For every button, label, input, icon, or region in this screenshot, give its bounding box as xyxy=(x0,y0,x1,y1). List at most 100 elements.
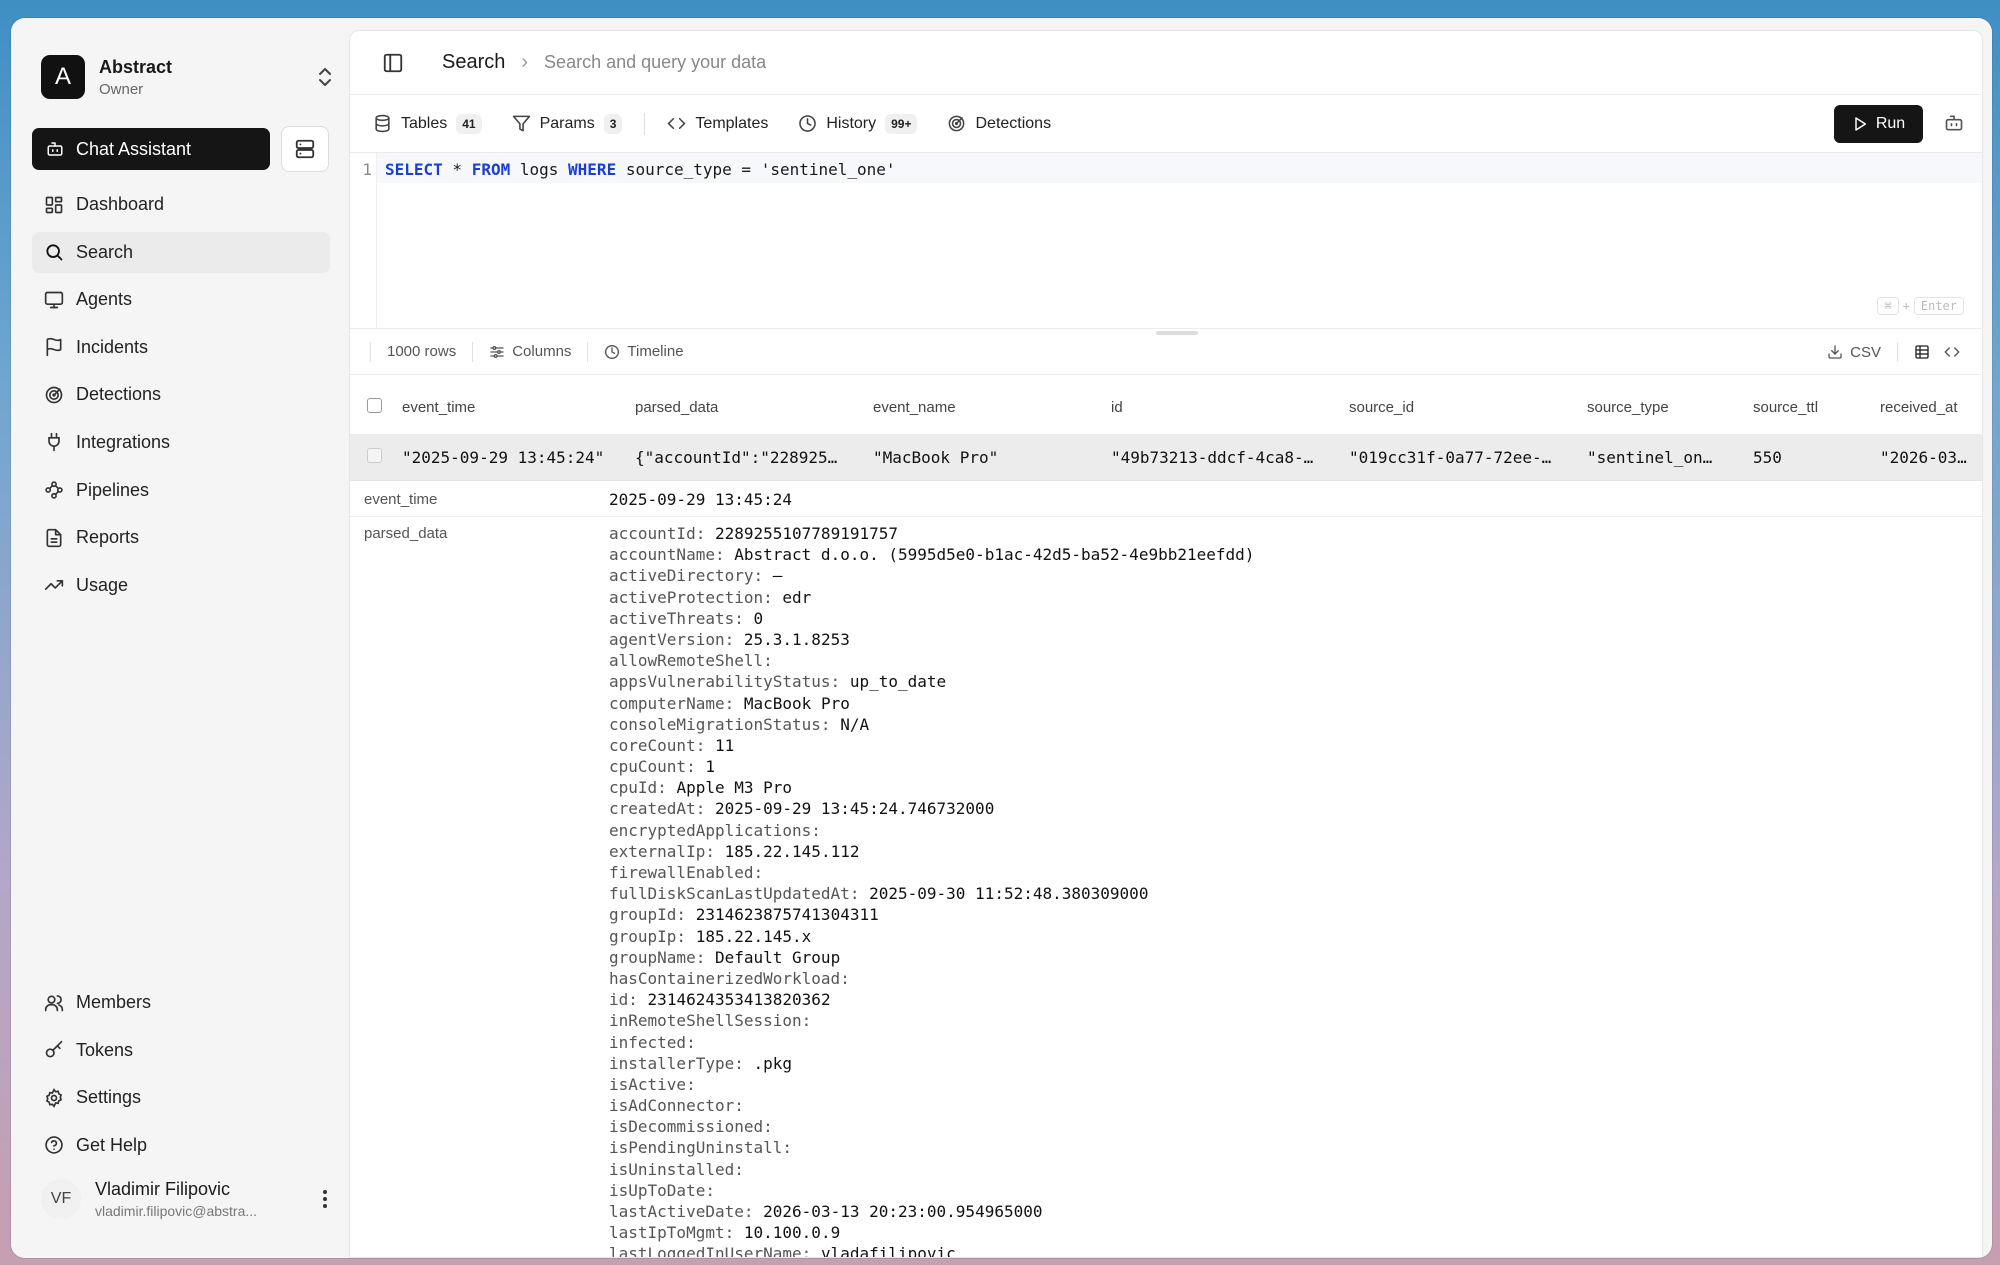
sidebar-item-label: Pipelines xyxy=(76,479,150,500)
org-switcher[interactable]: A Abstract Owner xyxy=(41,48,341,106)
sidebar-item-integrations[interactable]: Integrations xyxy=(32,422,330,463)
column-header[interactable]: parsed_data xyxy=(635,399,873,416)
parsed-field-value: MacBook Pro xyxy=(743,693,850,713)
timeline-label: Timeline xyxy=(627,343,684,360)
parsed-field-value: edr xyxy=(782,587,812,607)
column-header[interactable]: source_ttl xyxy=(1753,399,1880,416)
parsed-field-key: accountName: xyxy=(609,545,725,565)
templates-button[interactable]: Templates xyxy=(667,114,768,133)
column-header[interactable]: event_name xyxy=(873,399,1111,416)
layout-toggle-button[interactable] xyxy=(281,126,329,172)
more-vertical-icon[interactable] xyxy=(315,1187,335,1211)
sidebar-toggle-icon[interactable] xyxy=(382,52,404,74)
column-header[interactable]: received_at xyxy=(1880,399,1970,416)
parsed-field: infected: xyxy=(609,1033,1254,1054)
sidebar-item-tokens[interactable]: Tokens xyxy=(32,1030,330,1071)
params-count-badge: 3 xyxy=(603,113,623,134)
column-header[interactable]: source_type xyxy=(1587,399,1753,416)
user-profile[interactable]: VF Vladimir Filipovic vladimir.filipovic… xyxy=(41,1171,341,1227)
sidebar-item-label: Tokens xyxy=(76,1039,134,1060)
parsed-field: groupIp: 185.22.145.x xyxy=(609,927,1254,948)
code-view-icon[interactable] xyxy=(1944,344,1960,360)
user-name: Vladimir Filipovic xyxy=(95,1179,231,1199)
parsed-field-key: cpuId: xyxy=(609,778,667,798)
sql-query-line[interactable]: SELECT * FROM logs WHERE source_type = '… xyxy=(377,153,1982,183)
column-header[interactable]: source_id xyxy=(1349,399,1587,416)
chevrons-up-down-icon xyxy=(319,68,331,86)
enter-key: Enter xyxy=(1913,297,1964,315)
history-button[interactable]: History 99+ xyxy=(798,113,918,134)
sidebar-item-incidents[interactable]: Incidents xyxy=(32,327,330,368)
column-header[interactable]: event_time xyxy=(402,399,635,416)
select-all-checkbox[interactable] xyxy=(367,398,382,413)
sidebar-item-members[interactable]: Members xyxy=(32,982,330,1023)
params-button[interactable]: Params 3 xyxy=(512,113,623,134)
sidebar-item-dashboard[interactable]: Dashboard xyxy=(32,184,330,225)
parsed-field: isActive: xyxy=(609,1075,1254,1096)
parsed-field: appsVulnerabilityStatus: up_to_date xyxy=(609,672,1254,693)
parsed-field-key: inRemoteShellSession: xyxy=(609,1011,812,1031)
results-bar: 1000 rows Columns Timeline CSV xyxy=(350,329,1982,375)
table-cell: "2025-09-29 13:45:24" xyxy=(402,448,605,467)
sidebar-item-search[interactable]: Search xyxy=(32,231,330,273)
sidebar-item-usage[interactable]: Usage xyxy=(32,565,330,606)
sidebar-item-label: Search xyxy=(76,241,134,262)
table-cell: "sentinel_on… xyxy=(1587,448,1713,467)
sidebar-item-settings[interactable]: Settings xyxy=(32,1077,330,1118)
run-button[interactable]: Run xyxy=(1834,105,1923,143)
row-checkbox[interactable] xyxy=(367,448,382,463)
run-shortcut-hint: ⌘ + Enter xyxy=(1873,297,1968,315)
breadcrumb-title[interactable]: Search xyxy=(442,51,505,74)
parsed-field-key: appsVulnerabilityStatus: xyxy=(609,672,841,692)
parsed-field-key: isAdConnector: xyxy=(609,1096,744,1116)
parsed-field: cpuId: Apple M3 Pro xyxy=(609,778,1254,799)
main-nav: Dashboard Search Agents Incidents Detect… xyxy=(32,184,330,612)
code-icon xyxy=(667,117,686,130)
table-row[interactable]: "2025-09-29 13:45:24" {"accountId":"2289… xyxy=(350,435,1982,481)
parsed-field-key: activeThreats: xyxy=(609,608,744,628)
parsed-field: lastIpToMgmt: 10.100.0.9 xyxy=(609,1223,1254,1244)
table-view-icon[interactable] xyxy=(1914,344,1930,360)
bot-icon[interactable] xyxy=(1944,113,1964,133)
sidebar-item-agents[interactable]: Agents xyxy=(32,279,330,320)
detail-row: event_time 2025-09-29 13:45:24 xyxy=(350,483,1982,517)
search-icon xyxy=(46,244,63,261)
parsed-field: id: 2314624353413820362 xyxy=(609,990,1254,1011)
cmd-key: ⌘ xyxy=(1877,297,1899,315)
avatar: VF xyxy=(41,1179,81,1219)
sql-editor[interactable]: 1 SELECT * FROM logs WHERE source_type =… xyxy=(350,153,1982,329)
parsed-field-value: 25.3.1.8253 xyxy=(743,629,850,649)
select-all-cell xyxy=(350,398,402,417)
chat-assistant-button[interactable]: Chat Assistant xyxy=(32,128,270,170)
sidebar-item-detections[interactable]: Detections xyxy=(32,374,330,415)
user-email: vladimir.filipovic@abstra... xyxy=(95,1203,258,1219)
parsed-field-value: vladafilipovic xyxy=(820,1244,956,1258)
column-header[interactable]: id xyxy=(1111,399,1349,416)
detections-button[interactable]: Detections xyxy=(947,114,1051,133)
chat-assistant-label: Chat Assistant xyxy=(76,138,192,159)
parsed-field-key: groupId: xyxy=(609,905,687,925)
columns-label: Columns xyxy=(512,343,572,360)
sidebar-item-pipelines[interactable]: Pipelines xyxy=(32,470,330,511)
shortcut-plus: + xyxy=(1902,299,1910,313)
resize-handle[interactable] xyxy=(1156,331,1198,335)
sidebar-item-reports[interactable]: Reports xyxy=(32,517,330,558)
line-number: 1 xyxy=(350,153,377,328)
parsed-field-key: hasContainerizedWorkload: xyxy=(609,968,850,988)
parsed-field: isUpToDate: xyxy=(609,1181,1254,1202)
divider xyxy=(1897,342,1898,362)
templates-label: Templates xyxy=(695,114,769,132)
tables-button[interactable]: Tables 41 xyxy=(373,113,482,134)
sidebar-item-get-help[interactable]: Get Help xyxy=(32,1125,330,1166)
secondary-nav: Members Tokens Settings Get Help xyxy=(32,982,330,1172)
csv-export-button[interactable]: CSV xyxy=(1827,344,1881,361)
parsed-field-key: lastIpToMgmt: xyxy=(609,1223,735,1243)
parsed-field-key: accountId: xyxy=(609,524,706,543)
timeline-button[interactable]: Timeline xyxy=(604,343,684,360)
divider xyxy=(370,341,371,362)
parsed-field-value: 185.22.145.112 xyxy=(724,841,860,861)
columns-button[interactable]: Columns xyxy=(489,343,571,360)
radar-icon xyxy=(949,115,965,132)
bot-icon xyxy=(47,142,63,156)
parsed-field: activeProtection: edr xyxy=(609,588,1254,609)
